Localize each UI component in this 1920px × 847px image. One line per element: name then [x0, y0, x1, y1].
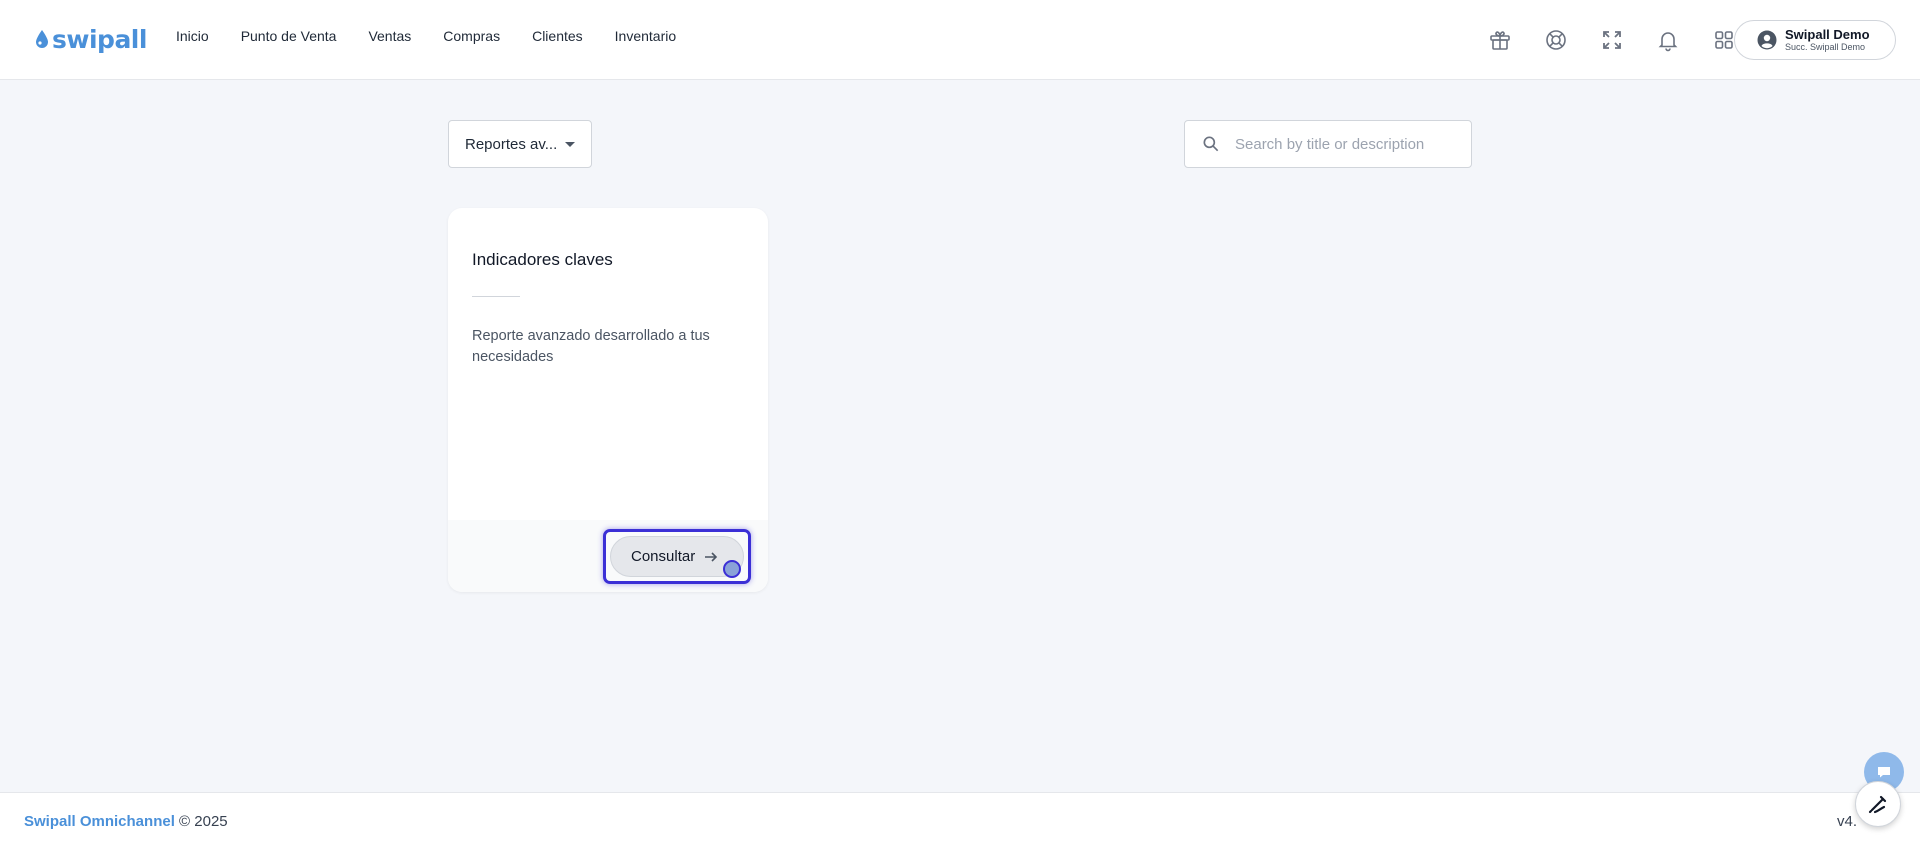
- footer-brand: Swipall Omnichannel © 2025: [24, 813, 228, 830]
- arrow-right-icon: [705, 551, 718, 562]
- swipall-logo[interactable]: swipall: [34, 24, 147, 54]
- lifebuoy-icon[interactable]: [1540, 24, 1572, 56]
- chat-icon: [1878, 767, 1890, 778]
- user-name: Swipall Demo: [1785, 27, 1870, 42]
- search-icon: [1203, 136, 1219, 152]
- bell-icon[interactable]: [1652, 24, 1684, 56]
- top-bar: swipall Inicio Punto de Venta Ventas Com…: [0, 0, 1920, 80]
- card-title: Indicadores claves: [472, 250, 613, 269]
- nav-item-clientes[interactable]: Clientes: [532, 28, 583, 44]
- user-branch: Succ. Swipall Demo: [1785, 42, 1866, 52]
- user-avatar-icon: [1757, 30, 1777, 50]
- drop-icon: [36, 30, 48, 48]
- caret-down-icon: [565, 142, 575, 147]
- nav-item-inventario[interactable]: Inventario: [615, 28, 676, 44]
- pointer-cursor: [723, 560, 741, 578]
- logo-text: swipall: [52, 24, 147, 54]
- annotate-button[interactable]: [1855, 781, 1901, 827]
- consultar-button-label: Consultar: [631, 548, 696, 565]
- search-field: [1184, 120, 1472, 168]
- card-footer: Consultar: [448, 520, 768, 592]
- app-version: v4.: [1837, 813, 1858, 830]
- report-card: Indicadores claves Reporte avanzado desa…: [448, 208, 768, 592]
- nav-item-compras[interactable]: Compras: [443, 28, 500, 44]
- user-info: Swipall Demo Succ. Swipall Demo: [1785, 28, 1870, 52]
- pen-icon: [1868, 795, 1887, 814]
- main-nav: Inicio Punto de Venta Ventas Compras Cli…: [176, 28, 676, 44]
- gift-icon[interactable]: [1484, 24, 1516, 56]
- nav-item-ventas[interactable]: Ventas: [368, 28, 411, 44]
- footer-copyright: © 2025: [179, 813, 228, 830]
- report-type-select[interactable]: Reportes av...: [448, 120, 592, 168]
- nav-item-inicio[interactable]: Inicio: [176, 28, 209, 44]
- search-input[interactable]: [1235, 135, 1465, 153]
- footer-brand-link[interactable]: Swipall Omnichannel: [24, 813, 175, 830]
- header-actions: [1484, 24, 1740, 56]
- fullscreen-icon[interactable]: [1596, 24, 1628, 56]
- user-menu-button[interactable]: Swipall Demo Succ. Swipall Demo: [1734, 20, 1896, 60]
- report-type-selected-value: Reportes av...: [465, 135, 558, 153]
- page-footer: Swipall Omnichannel © 2025 v4.: [0, 792, 1920, 847]
- card-description: Reporte avanzado desarrollado a tus nece…: [472, 328, 710, 365]
- card-divider: [472, 296, 520, 297]
- nav-item-punto-de-venta[interactable]: Punto de Venta: [241, 28, 337, 44]
